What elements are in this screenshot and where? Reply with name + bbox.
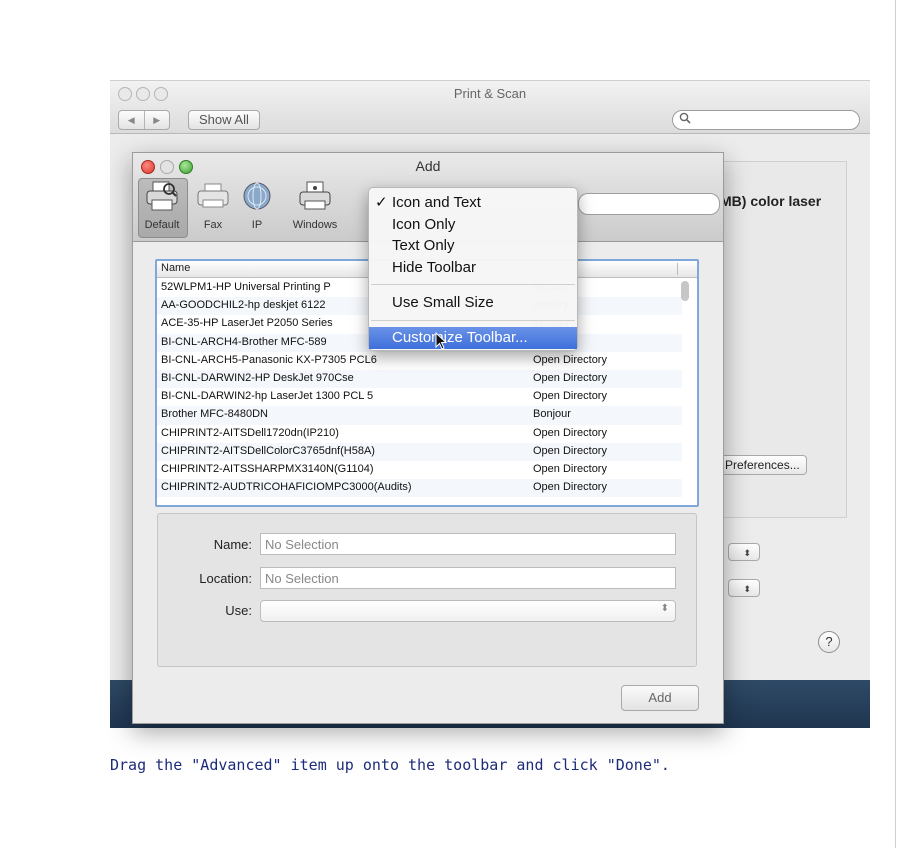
toolbar-context-menu: ✓ Icon and Text Icon Only Text Only Hide… — [368, 187, 578, 351]
column-header-name[interactable]: Name — [161, 262, 190, 274]
table-row[interactable]: CHIPRINT2-AITSSHARPMX3140N(G1104) Open Di… — [157, 461, 682, 479]
menu-item-label: Icon Only — [392, 216, 456, 233]
window-title: Print & Scan — [453, 86, 527, 101]
printer-kind: Open Directory — [533, 390, 607, 403]
toolbar-windows[interactable]: Windows — [285, 179, 345, 231]
table-row[interactable]: BI-CNL-ARCH5-Panasonic KX-P7305 PCL6 Open… — [157, 352, 682, 370]
printer-name: CHIPRINT2-AUDTRICOHAFICIOMPC3000(Audits) — [161, 481, 412, 494]
table-row[interactable]: CHIPRINT2-AUDTRICOHAFICIOMPC3000(Audits)… — [157, 479, 682, 498]
add-button[interactable]: Add — [621, 685, 699, 711]
instruction-caption: Drag the "Advanced" item up onto the too… — [110, 756, 670, 774]
printer-details-box: Name: No Selection Location: No Selectio… — [157, 513, 697, 667]
menu-item-label: Use Small Size — [392, 294, 494, 311]
toolbar-ip[interactable]: IP — [239, 179, 275, 231]
globe-icon — [239, 179, 275, 213]
menu-item-label: Text Only — [392, 237, 455, 254]
name-label: Name: — [213, 537, 252, 552]
menu-item-icon-only[interactable]: Icon Only — [369, 214, 577, 236]
use-label: Use: — [225, 603, 252, 618]
popup-arrows-icon: ⬍ — [660, 603, 669, 614]
toolbar-label: Default — [144, 219, 180, 231]
printer-kind: Open Directory — [533, 444, 607, 457]
name-field[interactable]: No Selection — [260, 533, 676, 555]
menu-separator — [371, 284, 575, 285]
printer-name: BI-CNL-DARWIN2-hp LaserJet 1300 PCL 5 — [161, 390, 374, 403]
window-title: Add — [415, 158, 441, 174]
printer-name: CHIPRINT2-AITSDell1720dn(IP210) — [161, 426, 339, 439]
printer-kind: Open Directory — [533, 462, 607, 475]
use-popup[interactable]: ⬍ — [260, 600, 676, 622]
printer-icon — [144, 179, 180, 213]
toolbar-label: IP — [251, 219, 263, 231]
location-label: Location: — [199, 571, 252, 586]
help-button[interactable]: ? — [818, 631, 840, 653]
menu-item-use-small-size[interactable]: Use Small Size — [369, 292, 577, 314]
printer-name: CHIPRINT2-AITSDellColorC3765dnf(H58A) — [161, 444, 375, 457]
printer-title: MB) color laser — [720, 193, 822, 209]
printer-kind: Open Directory — [533, 353, 607, 366]
checkmark-icon: ✓ — [375, 194, 388, 211]
table-row[interactable]: CHIPRINT2-AITSDell1720dn(IP210) Open Dire… — [157, 425, 682, 443]
menu-item-label: Icon and Text — [392, 194, 481, 211]
toolbar-fax[interactable]: Fax — [191, 179, 235, 231]
nav-group: ◀ ▶ — [118, 110, 170, 130]
default-printer-popup[interactable]: ⬍ — [728, 543, 760, 561]
menu-separator — [371, 320, 575, 321]
printer-kind: Bonjour — [533, 408, 571, 421]
table-row[interactable]: BI-CNL-DARWIN2-HP DeskJet 970Cse Open Dir… — [157, 369, 682, 389]
search-icon — [679, 112, 691, 127]
menu-item-hide-toolbar[interactable]: Hide Toolbar — [369, 257, 577, 279]
printer-kind: Open Directory — [533, 426, 607, 439]
page-edge-rule — [895, 0, 896, 848]
list-scrollbar[interactable] — [681, 281, 689, 301]
printer-name: ACE-35-HP LaserJet P2050 Series — [161, 317, 333, 330]
back-button[interactable]: ◀ — [119, 111, 144, 129]
printer-name: BI-CNL-DARWIN2-HP DeskJet 970Cse — [161, 371, 354, 384]
printer-name: CHIPRINT2-AITSSHARPMX3140N(G1104) — [161, 462, 374, 475]
print-scan-titlebar: Print & Scan ◀ ▶ Show All — [110, 81, 870, 134]
table-row[interactable]: CHIPRINT2-AITSDellColorC3765dnf(H58A) Ope… — [157, 442, 682, 461]
menu-item-customize-toolbar[interactable]: Customize Toolbar... — [369, 327, 577, 350]
printer-name: 52WLPM1-HP Universal Printing P — [161, 281, 331, 293]
menu-item-icon-and-text[interactable]: ✓ Icon and Text — [369, 192, 577, 214]
menu-item-label: Customize Toolbar... — [392, 329, 528, 346]
default-paper-popup[interactable]: ⬍ — [728, 579, 760, 597]
printer-kind: Open Directory — [533, 481, 607, 494]
printer-name: BI-CNL-ARCH4-Brother MFC-589 — [161, 335, 327, 348]
menu-item-label: Hide Toolbar — [392, 259, 476, 276]
toolbar-search-field[interactable] — [578, 193, 720, 215]
toolbar-label: Fax — [203, 219, 223, 231]
printer-kind: Open Directory — [533, 371, 607, 384]
printer-name: BI-CNL-ARCH5-Panasonic KX-P7305 PCL6 — [161, 353, 377, 366]
forward-button[interactable]: ▶ — [143, 111, 170, 129]
printer-name: Brother MFC-8480DN — [161, 408, 268, 421]
table-row[interactable]: BI-CNL-DARWIN2-hp LaserJet 1300 PCL 5 Ope… — [157, 388, 682, 406]
search-field[interactable] — [672, 110, 860, 130]
column-divider — [677, 263, 678, 275]
menu-item-text-only[interactable]: Text Only — [369, 235, 577, 257]
toolbar-label: Windows — [292, 219, 338, 231]
printer-name: AA-GOODCHIL2-hp deskjet 6122 — [161, 299, 326, 312]
toolbar-default[interactable]: Default — [137, 179, 187, 231]
windows-printer-icon — [297, 179, 333, 213]
fax-icon — [195, 179, 231, 213]
preferences-button[interactable]: Preferences... — [718, 455, 807, 475]
table-row[interactable]: Brother MFC-8480DN Bonjour — [157, 406, 682, 425]
location-field[interactable]: No Selection — [260, 567, 676, 589]
show-all-button[interactable]: Show All — [188, 110, 260, 130]
